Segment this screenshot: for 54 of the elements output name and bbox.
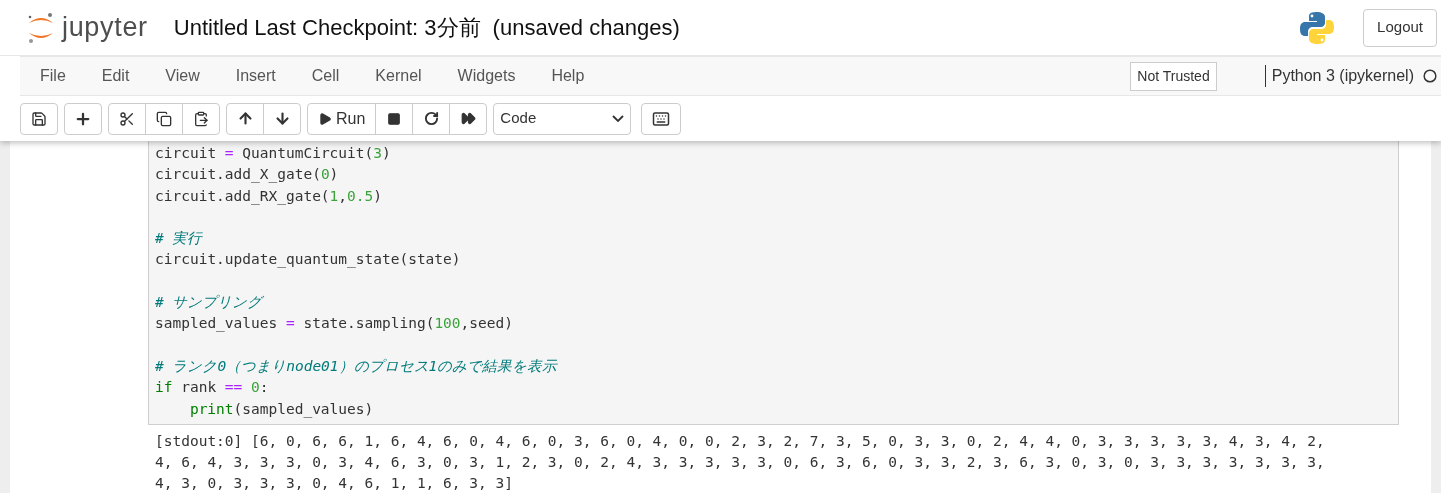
code-line: # ランク0（つまりnode01）のプロセス1のみで結果を表示 <box>155 356 558 376</box>
code-line: circuit.update_quantum_state(state) <box>155 250 461 270</box>
stop-icon <box>387 111 402 126</box>
menu-item[interactable]: Widgets <box>439 64 534 88</box>
code-line: # 実行 <box>155 229 203 249</box>
code-line: circuit.add_RX_gate(1,0.5) <box>155 186 382 207</box>
python-logo-icon <box>1299 9 1336 46</box>
menu-item[interactable]: File <box>40 64 84 88</box>
code-line: sampled_values = state.sampling(100,seed) <box>155 314 513 334</box>
output-line: [stdout:0] [6, 0, 6, 6, 1, 6, 4, 6, 0, 4, 6, 0, 3, 6, 0, 4, 0, 0, 2, 3, 2, 7, 3, 5, 0, 3, 3, 0, 2, 4, 4, 0, 3, 3, 3, 3, 3, 4, 3, 4, 2, <box>155 431 1325 451</box>
keyboard-icon <box>652 109 671 128</box>
code-line: circuit = QuantumCircuit(3) <box>155 144 391 163</box>
run-all-button[interactable] <box>449 102 488 135</box>
arrow-down-icon <box>273 110 291 127</box>
output-line: 4, 6, 4, 3, 3, 3, 0, 3, 4, 6, 3, 0, 3, 1, 2, 3, 0, 2, 4, 3, 3, 3, 3, 3, 0, 6, 3, 6, 0, 3, 3, 2, 3, 6, 3, 0, 3, 0, 3, 3, 3, 3, 3, 3, 3, <box>155 452 1325 472</box>
keyboard-button[interactable] <box>641 102 682 135</box>
play-icon <box>318 111 332 126</box>
menu-item[interactable]: Kernel <box>357 64 440 88</box>
checkpoint-text: Last Checkpoint: 3分前 <box>254 14 481 42</box>
jupyter-logo-text: jupyter <box>62 14 148 41</box>
run-button[interactable]: Run <box>307 102 377 135</box>
code-cell-input[interactable] <box>148 141 1399 425</box>
code-line: # サンプリング <box>155 293 263 313</box>
menu-item[interactable]: Insert <box>217 64 294 88</box>
copy-icon <box>156 110 172 127</box>
move-down-button[interactable] <box>263 102 301 135</box>
scissors-icon <box>119 110 135 127</box>
copy-button[interactable] <box>145 102 183 135</box>
stop-button[interactable] <box>375 102 414 135</box>
restart-button[interactable] <box>412 102 451 135</box>
insert-cell-button[interactable] <box>64 102 102 135</box>
code-line: print(sampled_values) <box>189 399 374 420</box>
cell-type-dropdown[interactable]: Code <box>493 102 632 135</box>
restart-icon <box>423 111 439 126</box>
autosave-status: (unsaved changes) <box>492 14 680 42</box>
menu-item[interactable]: View <box>147 64 218 88</box>
clipboard-icon <box>193 110 209 127</box>
menu-item[interactable]: Help <box>533 64 603 88</box>
save-button[interactable] <box>20 102 58 135</box>
logout-button[interactable]: Logout <box>1363 8 1437 47</box>
paste-button[interactable] <box>182 102 220 135</box>
output-line: 4, 3, 0, 3, 3, 3, 0, 4, 6, 1, 1, 6, 3, 3] <box>155 473 513 493</box>
notebook-name[interactable]: Untitled <box>173 11 249 44</box>
trust-indicator[interactable]: Not Trusted <box>1130 61 1217 91</box>
chevron-down-icon <box>612 115 625 122</box>
cut-button[interactable] <box>108 102 146 135</box>
fast-forward-icon <box>460 111 476 126</box>
code-line: circuit.add_X_gate(0) <box>155 165 339 185</box>
menu-item[interactable]: Edit <box>83 64 148 88</box>
save-icon <box>31 110 47 127</box>
move-up-button[interactable] <box>226 102 264 135</box>
kernel-name: Python 3 (ipykernel) <box>1271 66 1414 86</box>
menu-item[interactable]: Cell <box>293 64 358 88</box>
code-line: if rank == 0: <box>155 378 269 398</box>
